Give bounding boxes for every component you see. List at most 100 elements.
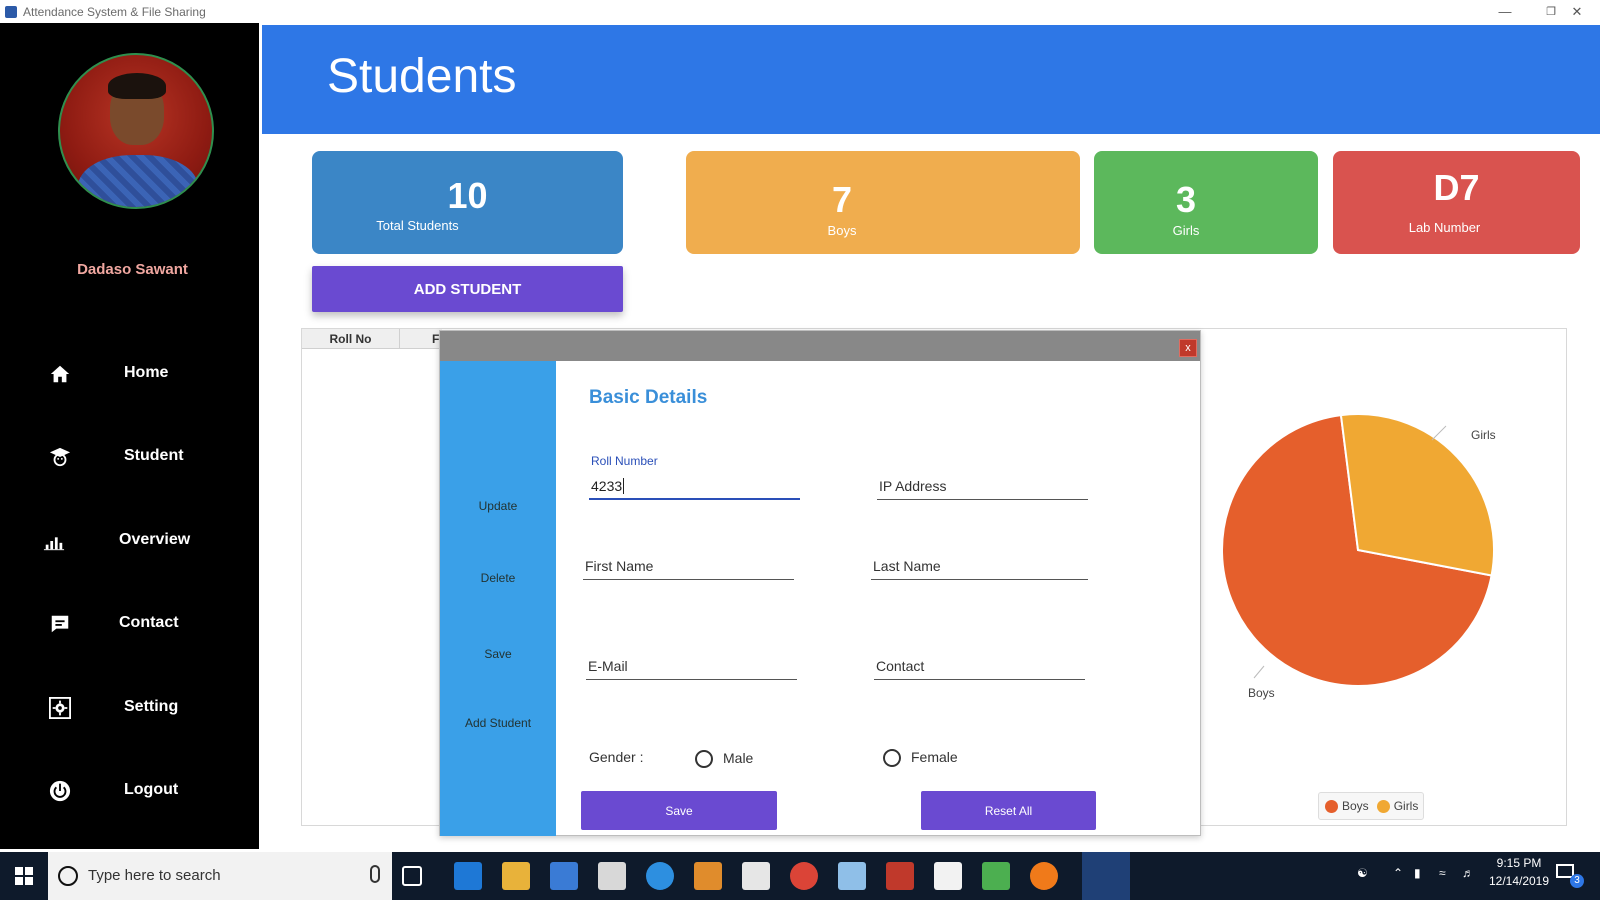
taskbar: Type here to search ☯ ⌃ ▮ ≈ ♬ 9:15 PM 12…: [0, 852, 1600, 900]
app-icon: [5, 5, 17, 18]
window-titlebar: Attendance System & File Sharing — ❐ ✕: [0, 0, 1600, 23]
total-students-value: 10: [447, 175, 488, 216]
wifi-icon[interactable]: ≈: [1439, 866, 1446, 914]
clock[interactable]: 9:15 PM 12/14/2019: [1488, 856, 1550, 904]
dialog-side-panel: Update Delete Save Add Student: [440, 361, 556, 836]
roll-number-label: Roll Number: [591, 454, 658, 468]
sidebar-item-logout[interactable]: Logout: [0, 770, 259, 810]
boys-value: 7: [831, 179, 853, 220]
sidebar-item-student[interactable]: Student: [0, 436, 259, 476]
windows-icon: [15, 867, 33, 885]
sidebar-item-setting[interactable]: Setting: [0, 687, 259, 727]
notification-count: 3: [1570, 874, 1584, 888]
female-label[interactable]: Female: [911, 749, 958, 765]
close-window-button[interactable]: ✕: [1554, 0, 1600, 23]
camera-icon[interactable]: [598, 862, 626, 890]
sidebar-item-home[interactable]: Home: [0, 353, 259, 393]
page-header: Students: [262, 25, 1600, 134]
sidebar-item-label: Contact: [119, 614, 179, 631]
first-name-field[interactable]: First Name: [583, 554, 794, 580]
reset-all-button[interactable]: Reset All: [921, 791, 1096, 830]
volume-icon[interactable]: ♬: [1462, 866, 1474, 914]
email-field[interactable]: E-Mail: [586, 654, 797, 680]
taskbar-search[interactable]: Type here to search: [48, 852, 392, 900]
app-red-icon[interactable]: [886, 862, 914, 890]
chevron-up-icon[interactable]: ⌃: [1393, 866, 1403, 914]
pie-leader-girls: [1431, 425, 1447, 441]
girls-label: Girls: [1172, 223, 1200, 238]
file-explorer-icon[interactable]: [502, 862, 530, 890]
sidebar-item-label: Overview: [119, 531, 191, 548]
contact-field[interactable]: Contact: [874, 654, 1085, 680]
people-icon[interactable]: ☯: [1357, 866, 1368, 914]
legend-girls-swatch: [1376, 799, 1390, 813]
home-icon: [50, 365, 70, 383]
delete-link[interactable]: Delete: [440, 571, 556, 585]
save-button[interactable]: Save: [581, 791, 777, 830]
sidebar: Dadaso Sawant Home Student Overview Cont…: [0, 23, 259, 849]
dialog-close-button[interactable]: x: [1179, 339, 1197, 357]
search-icon: [58, 866, 78, 886]
update-link[interactable]: Update: [440, 499, 556, 513]
roll-number-value: 4233: [591, 478, 623, 494]
avatar: [58, 53, 214, 209]
sidebar-item-overview[interactable]: Overview: [0, 520, 259, 560]
chrome-icon[interactable]: [790, 862, 818, 890]
legend-boys-label[interactable]: Boys: [1342, 799, 1369, 813]
task-view-icon[interactable]: [402, 866, 422, 886]
male-radio[interactable]: [695, 750, 713, 768]
chart-legend: Boys Girls: [1318, 792, 1424, 820]
internet-explorer-icon[interactable]: [646, 862, 674, 890]
pie-leader-boys: [1253, 665, 1265, 679]
notepad-icon[interactable]: [982, 862, 1010, 890]
boys-card: 7 Boys: [686, 151, 1080, 254]
column-roll-no[interactable]: Roll No: [302, 329, 400, 349]
ip-address-placeholder: IP Address: [879, 478, 947, 494]
mail-icon[interactable]: [742, 862, 770, 890]
roll-number-field[interactable]: Roll Number 4233: [589, 454, 800, 500]
add-student-dialog: x Update Delete Save Add Student Basic D…: [439, 330, 1201, 836]
ip-address-field[interactable]: IP Address: [877, 474, 1088, 500]
edge-icon[interactable]: [454, 862, 482, 890]
app-orange-icon[interactable]: [1030, 862, 1058, 890]
last-name-field[interactable]: Last Name: [871, 554, 1088, 580]
clock-time: 9:15 PM: [1496, 856, 1542, 870]
email-placeholder: E-Mail: [588, 658, 628, 674]
lab-number-card: D7 Lab Number: [1333, 151, 1580, 254]
female-radio[interactable]: [883, 749, 901, 767]
photos-icon[interactable]: [934, 862, 962, 890]
legend-girls-label[interactable]: Girls: [1394, 799, 1419, 813]
attendance-app-taskbar-icon[interactable]: [1082, 852, 1130, 900]
pie-label-girls: Girls: [1471, 428, 1496, 442]
total-students-card: 10 Total Students: [312, 151, 623, 254]
add-student-link[interactable]: Add Student: [440, 716, 556, 730]
girls-value: 3: [1175, 179, 1197, 220]
start-button[interactable]: [0, 852, 48, 900]
sidebar-item-contact[interactable]: Contact: [0, 603, 259, 643]
male-label[interactable]: Male: [723, 750, 753, 766]
microphone-icon[interactable]: [370, 865, 380, 883]
notifications-icon[interactable]: 3: [1556, 864, 1586, 912]
dialog-titlebar[interactable]: x: [440, 331, 1200, 361]
sidebar-item-label: Setting: [124, 698, 179, 715]
battery-icon[interactable]: ▮: [1414, 866, 1421, 914]
save-link[interactable]: Save: [440, 647, 556, 661]
pie-svg: [1221, 413, 1495, 687]
chart-icon: [43, 537, 65, 551]
girls-card: 3 Girls: [1094, 151, 1318, 254]
grid-header: Roll No F: [302, 329, 442, 349]
media-player-icon[interactable]: [694, 862, 722, 890]
last-name-placeholder: Last Name: [873, 558, 941, 574]
add-student-button[interactable]: ADD STUDENT: [312, 266, 623, 312]
gender-pie-chart: Girls Boys: [1220, 410, 1580, 710]
user-name: Dadaso Sawant: [77, 261, 188, 278]
contact-placeholder: Contact: [876, 658, 925, 674]
lab-number-label: Lab Number: [1408, 220, 1481, 235]
chat-icon: [51, 615, 69, 633]
box-app-icon[interactable]: [838, 862, 866, 890]
minimize-button[interactable]: —: [1482, 0, 1528, 23]
lab-number-value: D7: [1433, 167, 1480, 208]
store-icon[interactable]: [550, 862, 578, 890]
page-title: Students: [327, 50, 517, 103]
student-icon: [49, 447, 71, 467]
